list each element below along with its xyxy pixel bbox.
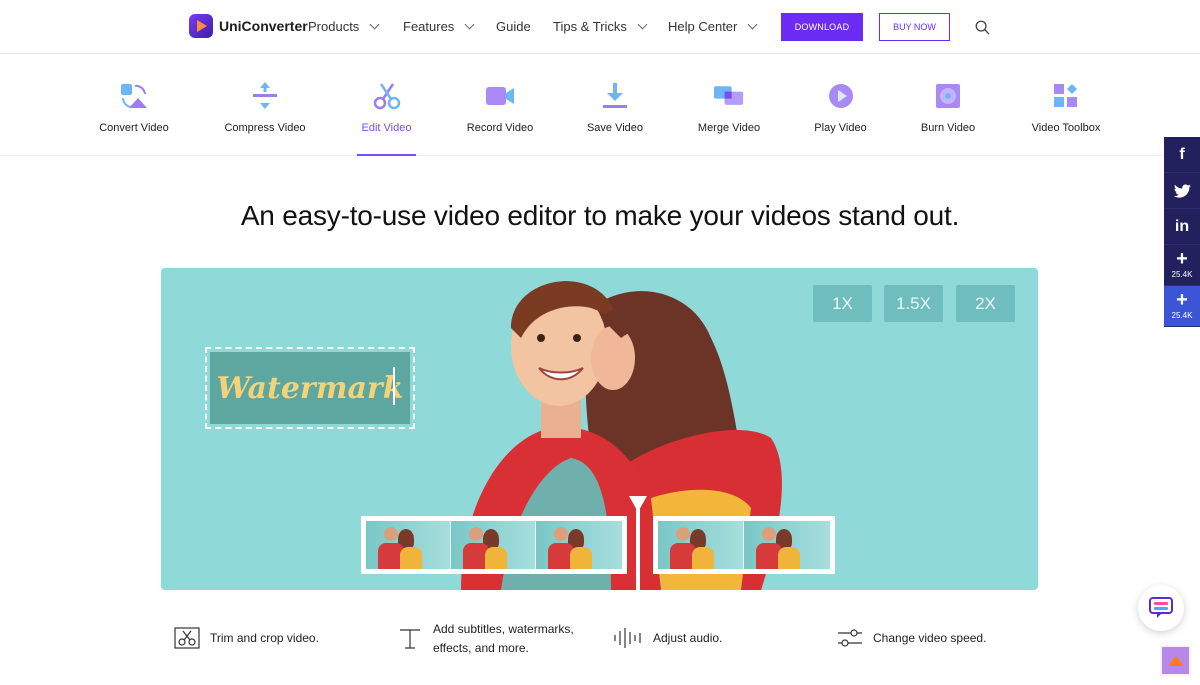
camera-icon (486, 87, 514, 105)
plus-icon: + (1176, 248, 1188, 270)
nav-products-label: Products (308, 19, 360, 34)
share-count-2: 25.4K (1171, 311, 1193, 320)
feature-trim-text: Trim and crop video. (210, 631, 319, 645)
back-to-top-button[interactable] (1160, 645, 1191, 676)
timeline-strip-right (653, 516, 835, 574)
tab-label: Convert Video (99, 122, 169, 134)
chat-support-button[interactable] (1138, 585, 1184, 631)
feature-speed: Change video speed. (837, 627, 986, 649)
nav-features-label: Features (403, 19, 455, 34)
feature-subtitles-text-line1: Add subtitles, watermarks, (433, 622, 574, 636)
tab-label: Play Video (814, 122, 867, 134)
nav-help[interactable]: Help Center (668, 19, 758, 34)
download-button[interactable]: DOWNLOAD (781, 13, 863, 41)
tab-label: Record Video (466, 122, 534, 134)
tab-merge-video[interactable]: Merge Video (695, 55, 763, 156)
tab-edit-video[interactable]: Edit Video (357, 55, 416, 156)
tab-save-video[interactable]: Save Video (586, 55, 644, 156)
share-count: 25.4K (1171, 270, 1193, 279)
speed-2x-badge: 2X (956, 285, 1015, 322)
chat-bubble-icon (1149, 597, 1173, 618)
convert-icon (121, 84, 147, 108)
scissors-icon (174, 627, 200, 649)
feature-speed-text: Change video speed. (873, 631, 987, 645)
text-t-icon (400, 629, 420, 649)
feature-trim: Trim and crop video. (174, 627, 319, 649)
feature-tabs: Convert Video Compress Video Edit Video … (0, 55, 1200, 156)
merge-icon (714, 86, 744, 105)
tab-label: Video Toolbox (1031, 122, 1101, 134)
share-plus-button-2[interactable]: + 25.4K (1164, 286, 1200, 327)
hero-image: 1X 1.5X 2X Watermark (161, 268, 1038, 590)
tab-label: Burn Video (920, 122, 976, 134)
nav-tips-label: Tips & Tricks (553, 19, 627, 34)
chevron-down-icon (637, 19, 648, 30)
tab-convert-video[interactable]: Convert Video (94, 55, 174, 156)
timeline-strip-left (361, 516, 627, 574)
watermark-box: Watermark (205, 347, 415, 429)
nav-features[interactable]: Features (403, 19, 475, 34)
share-plus-button[interactable]: + 25.4K (1164, 245, 1200, 286)
speed-1-5x-badge: 1.5X (884, 285, 943, 322)
linkedin-icon[interactable]: in (1164, 209, 1200, 245)
tab-label: Compress Video (224, 122, 306, 134)
chevron-down-icon (369, 19, 380, 30)
uniconverter-logo-icon (189, 14, 213, 38)
sliders-icon (838, 629, 862, 647)
feature-audio-text: Adjust audio. (653, 631, 723, 645)
watermark-text: Watermark (216, 370, 404, 406)
social-share-bar: f in + 25.4K + 25.4K (1164, 137, 1200, 327)
nav-help-label: Help Center (668, 19, 738, 34)
nav-guide[interactable]: Guide (496, 19, 531, 34)
plus-icon: + (1176, 289, 1188, 311)
brand-name: UniConverter (219, 18, 308, 34)
audio-wave-icon (614, 628, 641, 648)
feature-subtitles-text-line2: effects, and more. (433, 641, 529, 655)
tab-record-video[interactable]: Record Video (463, 55, 537, 156)
feature-subtitles: Add subtitles, watermarks, effects, and … (397, 620, 574, 658)
chevron-down-icon (464, 19, 475, 30)
text-cursor (393, 367, 395, 405)
timeline-playhead[interactable] (629, 496, 647, 590)
compress-icon (253, 82, 277, 109)
tab-compress-video[interactable]: Compress Video (221, 55, 309, 156)
feature-audio: Adjust audio. (613, 627, 722, 649)
tab-video-toolbox[interactable]: Video Toolbox (1029, 55, 1103, 156)
disc-icon (936, 84, 960, 108)
scissors-icon (373, 83, 400, 110)
facebook-icon[interactable]: f (1164, 137, 1200, 173)
chevron-down-icon (747, 19, 758, 30)
site-header: UniConverter Products Features Guide Tip… (0, 0, 1200, 54)
nav-tips[interactable]: Tips & Tricks (553, 19, 648, 34)
page-headline: An easy-to-use video editor to make your… (240, 200, 960, 231)
play-icon (828, 84, 853, 108)
nav-products[interactable]: Products (308, 19, 380, 34)
buy-now-button[interactable]: BUY NOW (879, 13, 950, 41)
speed-1x-badge: 1X (813, 285, 872, 322)
toolbox-grid-icon (1054, 84, 1077, 107)
brand-logo[interactable]: UniConverter (189, 14, 308, 38)
tab-burn-video[interactable]: Burn Video (919, 55, 977, 156)
tab-play-video[interactable]: Play Video (812, 55, 869, 156)
tab-label: Save Video (586, 122, 644, 134)
tab-label: Edit Video (361, 122, 412, 134)
nav-guide-label: Guide (496, 19, 531, 34)
twitter-icon[interactable] (1164, 173, 1200, 209)
download-arrow-icon (603, 83, 627, 108)
tab-label: Merge Video (697, 122, 761, 134)
search-icon[interactable] (975, 20, 990, 35)
